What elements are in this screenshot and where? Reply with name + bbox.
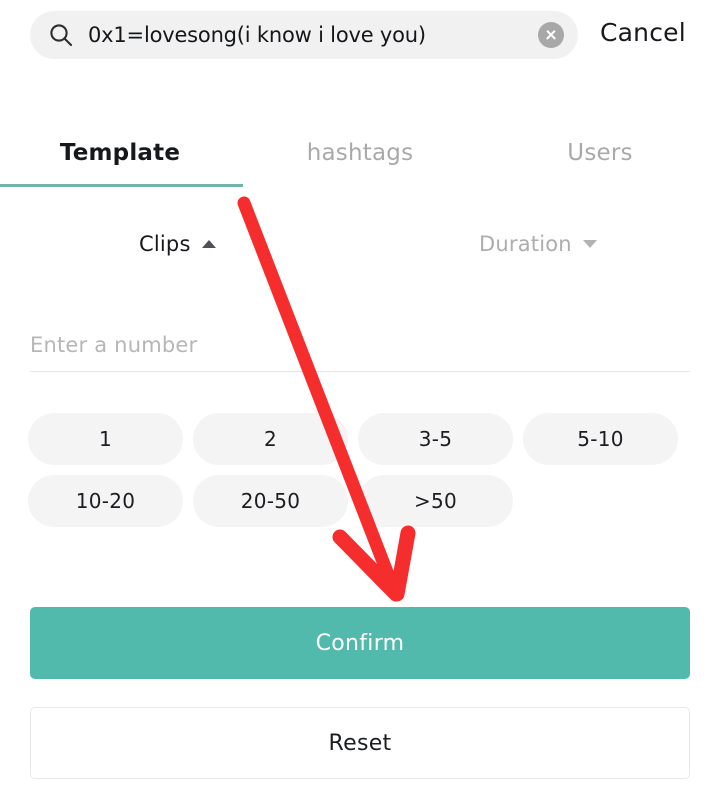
chip-option[interactable]: 5-10: [523, 413, 678, 465]
tab-users[interactable]: Users: [480, 118, 720, 188]
chip-option[interactable]: 10-20: [28, 475, 183, 527]
search-input[interactable]: 0x1=lovesong(i know i love you): [30, 11, 578, 59]
filter-duration-label: Duration: [479, 232, 572, 256]
chip-option[interactable]: >50: [358, 475, 513, 527]
number-input[interactable]: Enter a number: [30, 320, 690, 370]
search-filter-screen: 0x1=lovesong(i know i love you) Cancel T…: [0, 0, 720, 811]
filter-clips-label: Clips: [139, 232, 191, 256]
reset-button[interactable]: Reset: [30, 707, 690, 779]
tab-hashtags[interactable]: hashtags: [240, 118, 480, 188]
caret-up-icon: [201, 240, 216, 248]
filter-header-row: Clips Duration: [0, 228, 720, 268]
caret-down-icon: [582, 240, 597, 248]
chip-option[interactable]: 2: [193, 413, 348, 465]
search-input-value: 0x1=lovesong(i know i love you): [88, 23, 426, 47]
chip-option[interactable]: 20-50: [193, 475, 348, 527]
tab-template[interactable]: Template: [0, 118, 240, 188]
chip-option[interactable]: 1: [28, 413, 183, 465]
cancel-button[interactable]: Cancel: [600, 18, 686, 47]
input-divider: [30, 371, 690, 372]
filter-duration[interactable]: Duration: [479, 232, 597, 256]
chip-option[interactable]: 3-5: [358, 413, 513, 465]
search-bar: 0x1=lovesong(i know i love you) Cancel: [0, 0, 720, 72]
close-circle-icon[interactable]: [538, 22, 564, 48]
clips-range-chips: 1 2 3-5 5-10 10-20 20-50 >50: [28, 413, 692, 527]
tab-bar: Template hashtags Users: [0, 118, 720, 188]
tab-active-indicator: [0, 184, 243, 187]
confirm-button[interactable]: Confirm: [30, 607, 690, 679]
search-icon: [50, 24, 73, 47]
filter-clips[interactable]: Clips: [139, 232, 216, 256]
number-input-placeholder: Enter a number: [30, 333, 198, 357]
